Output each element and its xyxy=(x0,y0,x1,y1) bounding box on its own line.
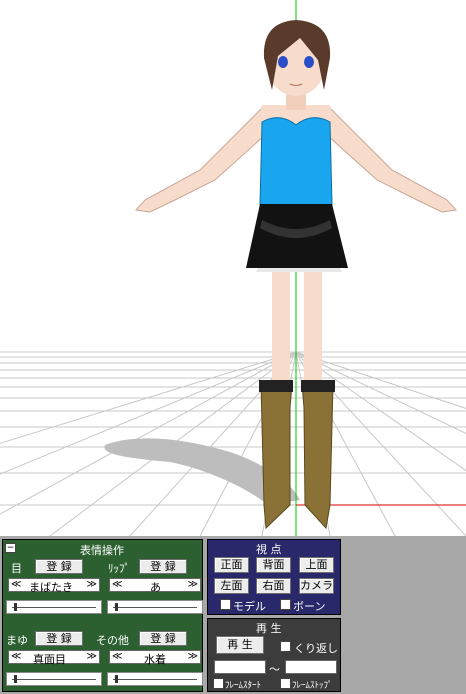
view-panel: 視 点 正面 背面 上面 左面 右面 カメラ モデル ボーン xyxy=(207,539,341,615)
frame-stop-label: ﾌﾚｰﾑｽﾄｯﾌﾟ xyxy=(292,681,333,691)
view-left-button[interactable]: 左面 xyxy=(214,578,249,594)
play-panel-title: 再 生 xyxy=(256,622,282,635)
brow-value: 真面目 xyxy=(33,653,66,666)
range-separator: ～ xyxy=(269,663,280,676)
play-panel: 再 生 再 生 くり返し ～ ﾌﾚｰﾑｽﾀｰﾄ ﾌﾚｰﾑｽﾄｯﾌﾟ xyxy=(207,618,341,692)
collapse-icon[interactable]: − xyxy=(5,543,16,553)
view-panel-title: 視 点 xyxy=(256,543,282,556)
brow-next-button[interactable]: ≫ xyxy=(87,651,97,662)
view-camera-button[interactable]: カメラ xyxy=(299,578,334,594)
view-front-button[interactable]: 正面 xyxy=(214,557,249,573)
other-register-button[interactable]: 登 録 xyxy=(139,631,187,646)
view-back-button[interactable]: 背面 xyxy=(256,557,291,573)
lip-select[interactable]: ≪ あ ≫ xyxy=(109,578,201,594)
brow-select[interactable]: ≪ 真面目 ≫ xyxy=(8,650,100,666)
3d-viewport[interactable] xyxy=(0,0,466,536)
eye-register-button[interactable]: 登 録 xyxy=(35,559,83,574)
play-button[interactable]: 再 生 xyxy=(216,636,264,654)
brow-prev-button[interactable]: ≪ xyxy=(11,651,21,662)
lip-prev-button[interactable]: ≪ xyxy=(112,579,122,590)
lip-label: ﾘｯﾌﾟ xyxy=(108,562,130,575)
brow-register-button[interactable]: 登 録 xyxy=(35,631,83,646)
expression-panel-title: 表情操作 xyxy=(80,544,124,557)
bone-checkbox[interactable] xyxy=(280,599,291,610)
brow-slider-thumb[interactable] xyxy=(14,675,17,683)
frame-stop-field[interactable] xyxy=(285,660,337,674)
lip-next-button[interactable]: ≫ xyxy=(188,579,198,590)
bone-checkbox-label: ボーン xyxy=(293,600,326,613)
other-next-button[interactable]: ≫ xyxy=(188,651,198,662)
repeat-checkbox-label: くり返し xyxy=(294,642,338,655)
eye-value: まばたき xyxy=(29,581,73,594)
model-checkbox[interactable] xyxy=(220,599,231,610)
other-value: 水着 xyxy=(144,653,166,666)
repeat-checkbox[interactable] xyxy=(280,641,291,652)
eye-next-button[interactable]: ≫ xyxy=(87,579,97,590)
control-area: − 表情操作 目 登 録 ﾘｯﾌﾟ 登 録 ≪ まばたき ≫ ≪ あ ≫ まゆ … xyxy=(0,536,466,694)
brow-slider[interactable] xyxy=(6,672,102,686)
other-label: その他 xyxy=(96,634,129,647)
view-top-button[interactable]: 上面 xyxy=(299,557,334,573)
frame-start-checkbox[interactable] xyxy=(213,678,224,689)
other-select[interactable]: ≪ 水着 ≫ xyxy=(109,650,201,666)
eye-slider[interactable] xyxy=(6,600,102,614)
eye-label: 目 xyxy=(11,562,22,575)
brow-label: まゆ xyxy=(6,634,28,647)
expression-panel: − 表情操作 目 登 録 ﾘｯﾌﾟ 登 録 ≪ まばたき ≫ ≪ あ ≫ まゆ … xyxy=(2,539,203,692)
eye-slider-thumb[interactable] xyxy=(14,603,17,611)
lip-register-button[interactable]: 登 録 xyxy=(139,559,187,574)
frame-stop-checkbox[interactable] xyxy=(280,678,291,689)
floor-grid xyxy=(0,351,466,536)
other-slider[interactable] xyxy=(107,672,203,686)
model-checkbox-label: モデル xyxy=(233,600,266,613)
lip-value: あ xyxy=(150,581,161,594)
other-slider-thumb[interactable] xyxy=(115,675,118,683)
eye-select[interactable]: ≪ まばたき ≫ xyxy=(8,578,100,594)
lip-slider[interactable] xyxy=(107,600,203,614)
frame-start-label: ﾌﾚｰﾑｽﾀｰﾄ xyxy=(225,681,262,691)
other-prev-button[interactable]: ≪ xyxy=(112,651,122,662)
view-right-button[interactable]: 右面 xyxy=(256,578,291,594)
lip-slider-thumb[interactable] xyxy=(115,603,118,611)
frame-start-field[interactable] xyxy=(214,660,266,674)
eye-prev-button[interactable]: ≪ xyxy=(11,579,21,590)
viewport-scene xyxy=(0,0,466,536)
